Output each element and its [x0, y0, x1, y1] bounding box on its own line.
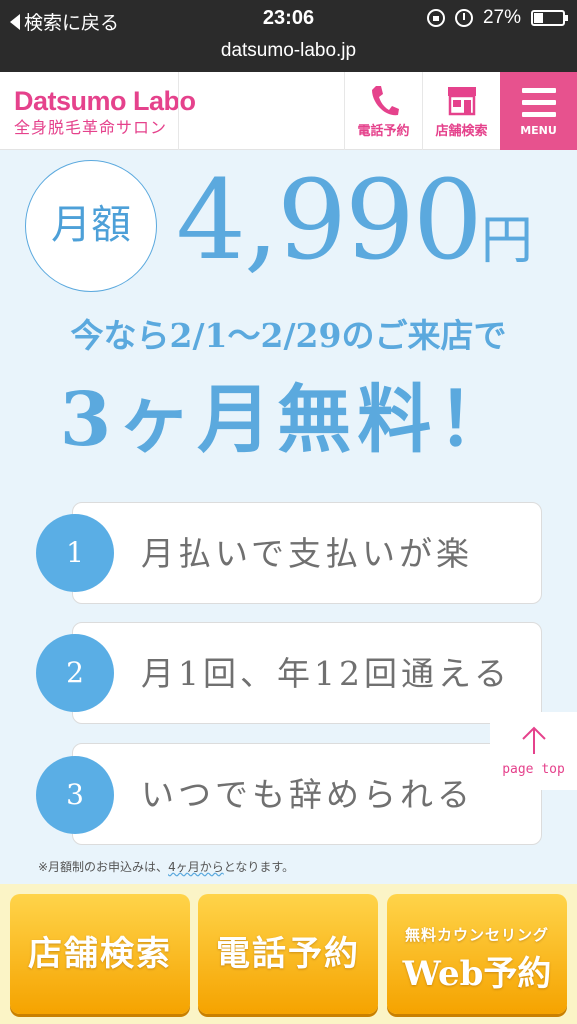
feature-text: いつでも辞められる — [141, 775, 474, 814]
free-months-headline: 3ヶ月無料！ — [59, 377, 518, 463]
hamburger-icon — [522, 88, 556, 124]
cta-sublabel: 無料カウンセリング — [404, 926, 549, 944]
monthly-price: 4,990円 — [176, 160, 533, 301]
alarm-icon — [454, 9, 473, 27]
page-top-button[interactable]: page top — [490, 712, 577, 790]
battery-icon — [531, 10, 568, 26]
cta-label: 店舗検索 — [28, 934, 172, 974]
bottom-cta-bar: 店舗検索 電話予約 無料カウンセリング Web予約 — [0, 884, 577, 1024]
header-divider — [178, 72, 179, 150]
page-top-label: page top — [502, 762, 565, 777]
cta-label: Web予約 — [402, 954, 552, 994]
header-tel-label: 電話予約 — [357, 124, 410, 139]
header-shop-button[interactable]: 店舗検索 — [422, 72, 500, 150]
tel-reservation-cta-button[interactable]: 電話予約 — [198, 894, 378, 1014]
phone-icon — [372, 86, 399, 116]
cta-label: 電話予約 — [216, 934, 360, 974]
header-tel-button[interactable]: 電話予約 — [344, 72, 422, 150]
rotation-lock-icon — [426, 9, 445, 27]
logo-name: Datsumo Labo — [14, 86, 196, 116]
feature-text: 月払いで支払いが楽 — [141, 534, 474, 573]
storefront-icon — [448, 87, 476, 116]
feature-card: 月1回、年12回通える — [72, 622, 542, 724]
feature-card: いつでも辞められる — [72, 743, 542, 845]
shop-search-cta-button[interactable]: 店舗検索 — [10, 894, 190, 1014]
menu-label: MENU — [520, 124, 557, 137]
logo-tagline: 全身脱毛革命サロン — [14, 118, 168, 137]
monthly-plan-note: ※月額制のお申込みは、4ヶ月からとなります。 — [38, 860, 295, 874]
site-logo[interactable]: Datsumo Labo 全身脱毛革命サロン — [14, 86, 196, 138]
url-bar[interactable]: datsumo-labo.jp — [0, 36, 577, 72]
web-reservation-cta-button[interactable]: 無料カウンセリング Web予約 — [387, 894, 567, 1014]
note-emphasis: 4ヶ月から — [168, 860, 224, 874]
feature-card: 月払いで支払いが楽 — [72, 502, 542, 604]
price-unit: 円 — [480, 211, 533, 271]
feature-number: 2 — [36, 634, 114, 712]
feature-number: 3 — [36, 756, 114, 834]
monthly-badge: 月額 — [25, 160, 157, 292]
menu-button[interactable]: MENU — [500, 72, 577, 150]
site-header: Datsumo Labo 全身脱毛革命サロン 電話予約 店舗検索 MENU — [0, 72, 577, 150]
campaign-period: 今なら2/1〜2/29のご来店で — [70, 316, 507, 355]
arrow-up-icon — [522, 726, 546, 754]
feature-number: 1 — [36, 514, 114, 592]
price-value: 4,990 — [176, 156, 483, 284]
header-shop-label: 店舗検索 — [435, 124, 488, 139]
status-icons: 27% — [426, 7, 568, 29]
feature-text: 月1回、年12回通える — [141, 654, 511, 693]
battery-percent: 27% — [482, 7, 521, 28]
status-bar: 検索に戻る 23:06 27% — [0, 0, 577, 36]
